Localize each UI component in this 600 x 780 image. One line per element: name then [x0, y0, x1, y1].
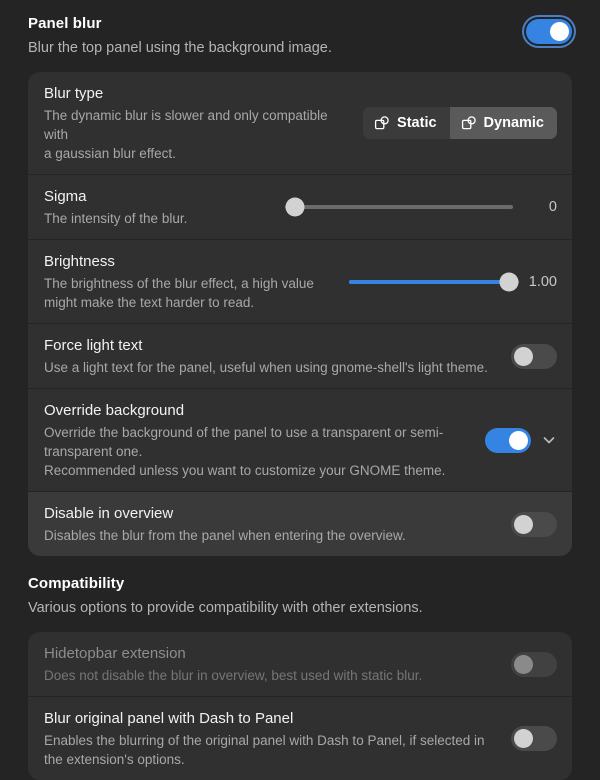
row-force-light-text[interactable]: Force light text Use a light text for th…: [28, 323, 572, 388]
row-force-light-text-text: Force light text Use a light text for th…: [44, 335, 511, 377]
panel-blur-title: Panel blur: [28, 15, 102, 32]
row-brightness-control: 1.00: [348, 272, 557, 292]
row-title: Blur type: [44, 85, 104, 102]
row-subtitle: The dynamic blur is slower and only comp…: [44, 108, 328, 161]
blur-type-icon: [461, 115, 477, 131]
sigma-value: 0: [548, 199, 557, 215]
override-background-toggle[interactable]: [485, 427, 531, 453]
row-title: Sigma: [44, 188, 87, 205]
row-title: Blur original panel with Dash to Panel: [44, 710, 294, 727]
row-brightness[interactable]: Brightness The brightness of the blur ef…: [28, 239, 572, 323]
row-blur-original-panel-text: Blur original panel with Dash to Panel E…: [44, 708, 511, 769]
row-blur-type[interactable]: Blur type The dynamic blur is slower and…: [28, 72, 572, 174]
row-disable-in-overview-text: Disable in overview Disables the blur fr…: [44, 503, 511, 545]
toggle-knob: [514, 654, 533, 674]
row-override-background-control: [485, 427, 557, 453]
row-title: Override background: [44, 402, 185, 419]
row-blur-original-panel-dash-to-panel[interactable]: Blur original panel with Dash to Panel E…: [28, 696, 572, 780]
toggle-knob: [550, 22, 569, 41]
blur-type-segmented-control[interactable]: Static Dynamic: [363, 107, 557, 139]
chevron-down-icon[interactable]: [541, 432, 557, 448]
row-sigma[interactable]: Sigma The intensity of the blur. 0: [28, 174, 572, 239]
slider-fill: [348, 279, 509, 284]
sigma-slider[interactable]: [285, 197, 513, 217]
row-blur-type-text: Blur type The dynamic blur is slower and…: [44, 83, 363, 163]
row-subtitle: The brightness of the blur effect, a hig…: [44, 276, 314, 310]
row-sigma-control: 0: [285, 197, 557, 217]
row-title: Hidetopbar extension: [44, 645, 186, 662]
blur-type-dynamic-label: Dynamic: [483, 115, 544, 131]
blur-type-icon: [374, 115, 390, 131]
panel-blur-master-toggle[interactable]: [526, 19, 572, 44]
row-subtitle: Does not disable the blur in overview, b…: [44, 668, 423, 683]
row-sigma-text: Sigma The intensity of the blur.: [44, 186, 285, 228]
row-blur-type-control: Static Dynamic: [363, 107, 557, 139]
hidetopbar-extension-toggle: [511, 651, 557, 677]
compatibility-section-header: Compatibility Various options to provide…: [28, 556, 572, 619]
row-title: Brightness: [44, 253, 115, 270]
row-subtitle: The intensity of the blur.: [44, 211, 188, 226]
row-title: Disable in overview: [44, 505, 174, 522]
blur-type-static-button[interactable]: Static: [363, 107, 450, 139]
slider-track: [285, 205, 513, 209]
toggle-knob: [514, 346, 533, 366]
blur-original-panel-toggle[interactable]: [511, 726, 557, 751]
row-subtitle: Disables the blur from the panel when en…: [44, 528, 406, 543]
disable-in-overview-toggle[interactable]: [511, 511, 557, 537]
row-subtitle: Use a light text for the panel, useful w…: [44, 360, 488, 375]
toggle-knob: [509, 430, 528, 450]
row-subtitle: Override the background of the panel to …: [44, 425, 446, 478]
force-light-text-toggle[interactable]: [511, 343, 557, 369]
preferences-page: Panel blur Blur the top panel using the …: [0, 0, 600, 780]
panel-blur-subtitle: Blur the top panel using the background …: [28, 40, 332, 56]
toggle-knob: [514, 514, 533, 534]
row-hidetopbar-extension-control: [511, 651, 557, 677]
panel-blur-card: Blur type The dynamic blur is slower and…: [28, 72, 572, 556]
row-disable-in-overview-control: [511, 511, 557, 537]
row-override-background-text: Override background Override the backgro…: [44, 400, 485, 480]
row-disable-in-overview[interactable]: Disable in overview Disables the blur fr…: [28, 491, 572, 556]
compatibility-card: Hidetopbar extension Does not disable th…: [28, 632, 572, 780]
row-title: Force light text: [44, 337, 143, 354]
brightness-slider[interactable]: [348, 272, 519, 292]
row-subtitle: Enables the blurring of the original pan…: [44, 733, 485, 767]
row-hidetopbar-extension: Hidetopbar extension Does not disable th…: [28, 632, 572, 696]
blur-type-dynamic-button[interactable]: Dynamic: [449, 107, 557, 139]
panel-blur-header-text: Panel blur Blur the top panel using the …: [28, 14, 526, 59]
row-hidetopbar-extension-text: Hidetopbar extension Does not disable th…: [44, 643, 511, 685]
blur-type-static-label: Static: [397, 115, 437, 131]
row-brightness-text: Brightness The brightness of the blur ef…: [44, 251, 349, 312]
toggle-knob: [514, 729, 533, 748]
brightness-value: 1.00: [528, 273, 557, 290]
slider-thumb[interactable]: [499, 272, 519, 291]
slider-thumb[interactable]: [285, 197, 305, 217]
row-force-light-text-control: [511, 343, 557, 369]
row-blur-original-panel-control: [511, 726, 557, 751]
row-override-background[interactable]: Override background Override the backgro…: [28, 388, 572, 491]
panel-blur-section-header: Panel blur Blur the top panel using the …: [28, 0, 572, 59]
compatibility-title: Compatibility: [28, 575, 125, 592]
compatibility-subtitle: Various options to provide compatibility…: [28, 600, 423, 616]
